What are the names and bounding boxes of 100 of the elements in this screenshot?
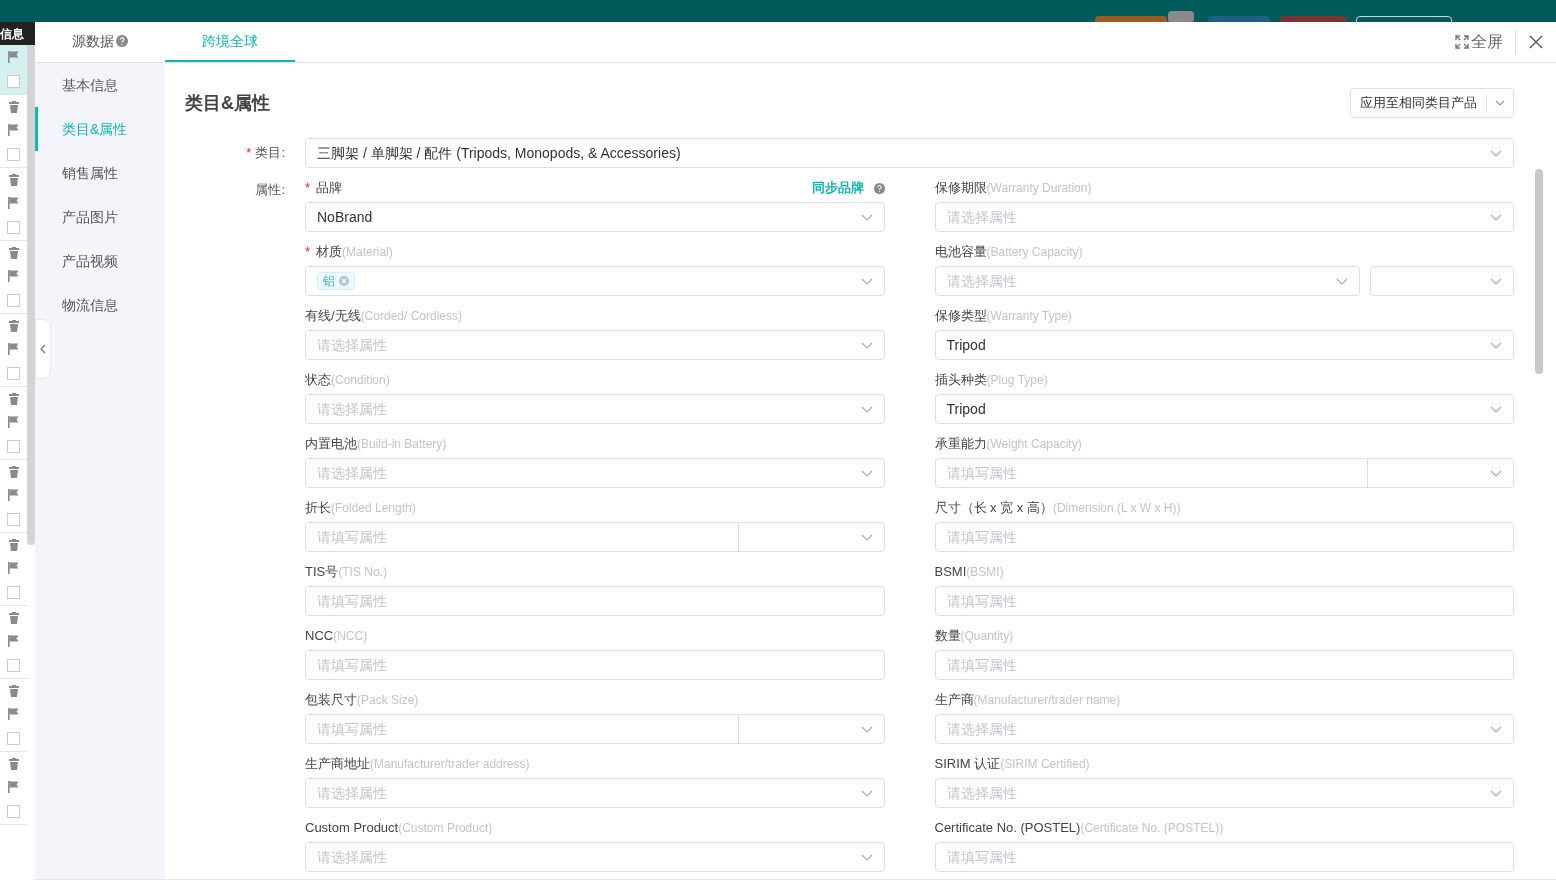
select-field[interactable]: 请选择属性	[305, 778, 885, 808]
unit-select[interactable]	[1370, 266, 1514, 296]
chevron-down-icon	[1490, 341, 1502, 349]
field-label: 类目:	[255, 144, 285, 163]
trash-icon	[8, 173, 19, 186]
chevron-down-icon	[1336, 277, 1348, 285]
trash-icon	[8, 611, 19, 624]
flag-icon	[8, 270, 19, 283]
background-badge	[1168, 11, 1194, 22]
field-hint: (Plug Type)	[986, 372, 1048, 389]
scrollbar[interactable]	[1535, 169, 1543, 374]
checkbox[interactable]	[7, 367, 20, 381]
field-hint: (Custom Product)	[398, 820, 493, 837]
field-hint: (Weight Capacity)	[986, 436, 1082, 453]
flag-icon	[8, 635, 19, 648]
apply-button[interactable]: 应用至相同类目产品	[1350, 88, 1514, 118]
input-field[interactable]: 请填写属性	[934, 586, 1514, 616]
select-field[interactable]: 请选择属性	[305, 394, 885, 424]
input-field[interactable]: 请填写属性	[934, 842, 1514, 872]
checkbox[interactable]	[7, 148, 20, 162]
field-label: Certificate No. (POSTEL)	[934, 819, 1081, 838]
required-asterisk: *	[305, 243, 311, 262]
chevron-down-icon	[860, 213, 873, 221]
flag-icon	[8, 781, 19, 794]
collapse-handle[interactable]	[35, 319, 51, 379]
field-label: 折长	[305, 499, 331, 518]
field-hint: (Pack Size)	[357, 692, 419, 709]
checkbox[interactable]	[7, 805, 20, 819]
trash-icon	[8, 465, 19, 478]
nav-item[interactable]: 基本信息	[35, 63, 165, 107]
input-field[interactable]: 请填写属性	[305, 586, 885, 616]
chevron-down-icon	[1490, 405, 1502, 413]
field-label: 承重能力	[934, 435, 987, 454]
select-field[interactable]: 请选择属性	[934, 714, 1514, 744]
field-label: NCC	[305, 627, 334, 646]
flag-icon	[8, 124, 19, 137]
chevron-down-icon	[1490, 213, 1502, 221]
input-field[interactable]: 请填写属性	[934, 650, 1514, 680]
select-field[interactable]: 请选择属性	[305, 458, 885, 488]
flag-icon	[8, 708, 19, 721]
select-field[interactable]: 请选择属性	[934, 266, 1360, 296]
field-hint: (Certificate No. (POSTEL))	[1080, 820, 1224, 837]
checkbox[interactable]	[7, 659, 20, 673]
select-field[interactable]: 请选择属性	[305, 330, 885, 360]
chevron-down-icon	[1495, 100, 1505, 106]
category-select[interactable]: 三脚架 / 单脚架 / 配件 (Tripods, Monopods, & Accessories)	[305, 138, 1514, 168]
field-hint: (SIRIM Certified)	[1000, 756, 1090, 773]
field-label: 包装尺寸	[305, 691, 357, 710]
tab[interactable]: 跨境全球	[165, 22, 295, 62]
nav-item[interactable]: 物流信息	[35, 283, 165, 327]
field-hint: (Build-in Battery)	[357, 436, 447, 453]
select-field[interactable]: Tripod	[934, 330, 1514, 360]
nav-item[interactable]: 销售属性	[35, 151, 165, 195]
select-field[interactable]: NoBrand	[305, 202, 885, 232]
field-hint: (Manufacturer/trader address)	[370, 756, 530, 773]
chevron-down-icon	[1490, 277, 1502, 285]
field-hint: (Quantity)	[960, 628, 1014, 645]
fullscreen-button[interactable]: 全屏	[1455, 30, 1516, 54]
tab[interactable]: 源数据	[35, 22, 165, 62]
chevron-down-icon	[1490, 149, 1502, 157]
checkbox[interactable]	[7, 221, 20, 235]
field-label: 生产商	[934, 691, 974, 710]
chevron-down-icon	[860, 405, 873, 413]
help-icon	[873, 182, 885, 194]
checkbox[interactable]	[7, 732, 20, 746]
input-field[interactable]: 请填写属性	[934, 522, 1514, 552]
select-field[interactable]: 请选择属性	[305, 842, 885, 872]
scrollbar[interactable]	[27, 45, 35, 545]
nav-item[interactable]: 产品图片	[35, 195, 165, 239]
field-hint: (BSMI)	[966, 564, 1004, 581]
field-hint: (Folded Length)	[331, 500, 416, 517]
select-field[interactable]: 请选择属性	[934, 202, 1514, 232]
checkbox[interactable]	[7, 586, 20, 600]
checkbox[interactable]	[7, 513, 20, 527]
field-label: 数量	[934, 627, 961, 646]
field-label: 插头种类	[934, 371, 987, 390]
flag-icon	[8, 489, 19, 502]
nav-item[interactable]: 产品视频	[35, 239, 165, 283]
field-hint: (TIS No.)	[338, 564, 387, 581]
field-label: BSMI	[934, 563, 967, 582]
trash-icon	[8, 538, 19, 551]
chevron-down-icon	[1490, 789, 1502, 797]
nav-item[interactable]: 类目&属性	[35, 107, 165, 151]
field-label: 有线/无线	[305, 307, 361, 326]
remove-icon[interactable]	[339, 276, 349, 286]
flag-icon	[8, 197, 19, 210]
select-field[interactable]: 铝	[305, 266, 885, 296]
field-label: SIRIM 认证	[934, 755, 1001, 774]
checkbox[interactable]	[7, 294, 20, 308]
input-field[interactable]: 请填写属性	[305, 650, 885, 680]
sync-brand-link[interactable]: 同步品牌	[811, 178, 864, 198]
chevron-down-icon	[860, 277, 873, 285]
checkbox[interactable]	[7, 440, 20, 454]
field-label: 电池容量	[934, 243, 987, 262]
checkbox[interactable]	[7, 75, 20, 88]
select-field[interactable]: Tripod	[934, 394, 1514, 424]
select-field[interactable]: 请选择属性	[934, 778, 1514, 808]
field-hint: (Warranty Type)	[986, 308, 1072, 325]
field-label: Custom Product	[305, 819, 399, 838]
strip-label: 信息	[0, 22, 35, 45]
